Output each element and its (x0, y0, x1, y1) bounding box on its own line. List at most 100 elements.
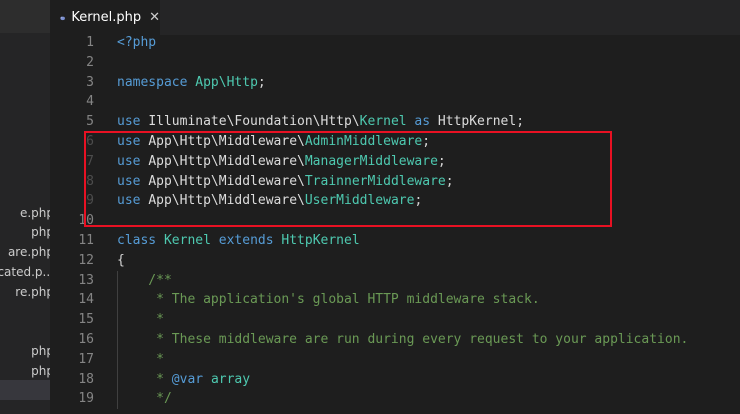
code-token: <?php (117, 35, 157, 50)
code-line: 4 (50, 92, 740, 112)
code-line: 18 * @var array (50, 370, 740, 390)
code-text: use App\Http\Middleware\ManagerMiddlewar… (117, 152, 446, 172)
code-text: class Kernel extends HttpKernel (117, 231, 360, 251)
code-token: * (117, 351, 164, 367)
code-token: class (117, 233, 164, 248)
code-text: <?php (117, 33, 156, 53)
code-text: * @var array (117, 370, 250, 390)
sidebar-file-item[interactable]: php (0, 341, 50, 361)
code-text: use App\Http\Middleware\TrainnerMiddlewa… (117, 172, 454, 192)
code-text: use App\Http\Middleware\AdminMiddleware; (117, 132, 430, 152)
code-line: 8 use App\Http\Middleware\TrainnerMiddlew… (50, 172, 740, 192)
code-text: * These middleware are run during every … (117, 330, 688, 350)
code-line: 9 use App\Http\Middleware\UserMiddleware; (50, 191, 740, 211)
code-line: 16 * These middleware are run during eve… (50, 330, 740, 350)
code-token: App\Http\Middleware\ (148, 153, 305, 169)
line-number: 18 (78, 371, 94, 387)
code-line: 11 class Kernel extends HttpKernel (50, 231, 740, 251)
code-token: use (117, 134, 149, 149)
sidebar-header (0, 0, 50, 33)
code-text: */ (117, 389, 172, 409)
tab-kernel-php[interactable]: Kernel.php ✕ (50, 0, 160, 35)
line-number: 14 (78, 292, 94, 308)
code-token: Kernel (163, 233, 211, 248)
line-number: 15 (78, 312, 94, 328)
code-line: 3 namespace App\Http; (50, 73, 740, 93)
tab-bar: Kernel.php ✕ (50, 0, 740, 35)
code-token: * These middleware are run during every … (117, 332, 689, 347)
sidebar-file-label: php (31, 344, 50, 358)
code-token: HttpKernel (437, 114, 517, 130)
sidebar-file-item[interactable]: re.php (0, 282, 50, 302)
sidebar-file-item[interactable]: e.php (0, 203, 50, 223)
code-token: UserMiddleware (304, 193, 415, 209)
code-token: * The application's global HTTP middlewa… (117, 292, 540, 308)
sidebar-file-item[interactable] (0, 380, 50, 400)
line-number: 11 (78, 233, 94, 248)
code-line: 5 use Illuminate\Foundation\Http\Kernel a… (50, 112, 740, 132)
code-text: * (117, 310, 164, 330)
code-line: 12 { (50, 251, 740, 271)
code-token: /** (117, 272, 172, 288)
code-token: use (117, 193, 149, 209)
code-token: @var (171, 371, 204, 387)
code-text: namespace App\Http; (117, 73, 266, 93)
elephant-php-icon (60, 16, 65, 20)
code-line: 19 */ (50, 389, 740, 409)
code-text: { (117, 251, 125, 271)
tab-title: Kernel.php (71, 10, 142, 25)
code-text: * (117, 350, 164, 370)
line-number: 7 (86, 153, 94, 169)
code-line: 1 <?php (50, 33, 740, 53)
code-token: * (117, 371, 172, 387)
code-line: 10 (50, 211, 740, 231)
code-line: 14 * The application's global HTTP middl… (50, 290, 740, 310)
code-token: HttpKernel (281, 233, 360, 248)
explorer-sidebar: e.php php are.php icated.p... re.php php php (0, 0, 50, 414)
line-number: 10 (78, 213, 94, 229)
code-line: 6 use App\Http\Middleware\AdminMiddleware… (50, 132, 740, 152)
code-token: ; (437, 153, 446, 169)
code-token: ; (422, 134, 431, 149)
code-token: use (117, 114, 149, 130)
code-line: 7 use App\Http\Middleware\ManagerMiddlewa… (50, 152, 740, 172)
line-number: 6 (86, 134, 94, 149)
code-token: use (117, 173, 149, 189)
line-number: 5 (86, 114, 94, 130)
sidebar-file-label: re.php (15, 285, 50, 299)
code-token: ; (516, 114, 525, 130)
line-number: 16 (78, 332, 94, 347)
code-editor[interactable]: 1 <?php 2 3 namespace App\Http; 4 5 use Illumin… (50, 35, 740, 414)
code-token: App\Http (195, 74, 258, 90)
line-number: 12 (78, 252, 94, 268)
code-line: 17 * (50, 350, 740, 370)
code-token: App\Http\Middleware\ (148, 134, 305, 149)
code-text: * The application's global HTTP middlewa… (117, 290, 540, 310)
line-number: 19 (78, 391, 94, 407)
sidebar-file-item[interactable]: php (0, 222, 50, 242)
line-number: 9 (86, 193, 94, 209)
code-token: namespace (117, 74, 196, 90)
sidebar-file-label: php (31, 225, 50, 239)
sidebar-file-item[interactable]: php (0, 361, 50, 381)
code-text: use Illuminate\Foundation\Http\Kernel as… (117, 112, 524, 132)
code-token: as (406, 114, 438, 130)
code-token: array (210, 371, 251, 387)
code-text: use App\Http\Middleware\UserMiddleware; (117, 191, 422, 211)
line-number: 1 (86, 35, 94, 50)
code-token: ; (445, 173, 454, 189)
line-number: 2 (86, 54, 94, 70)
code-token: TrainnerMiddleware (304, 173, 446, 189)
close-icon[interactable]: ✕ (149, 10, 160, 25)
code-token: extends (210, 233, 282, 248)
code-line: 13 /** (50, 271, 740, 291)
code-token: ManagerMiddleware (304, 153, 438, 169)
code-token: ; (414, 193, 423, 209)
code-token: * (117, 312, 164, 328)
sidebar-file-item[interactable]: icated.p... (0, 262, 50, 282)
code-token: Illuminate\Foundation\Http\ (148, 114, 360, 130)
sidebar-file-item[interactable]: are.php (0, 242, 50, 262)
code-token: AdminMiddleware (304, 134, 423, 149)
code-token: ; (257, 74, 266, 90)
line-number: 3 (86, 74, 94, 90)
